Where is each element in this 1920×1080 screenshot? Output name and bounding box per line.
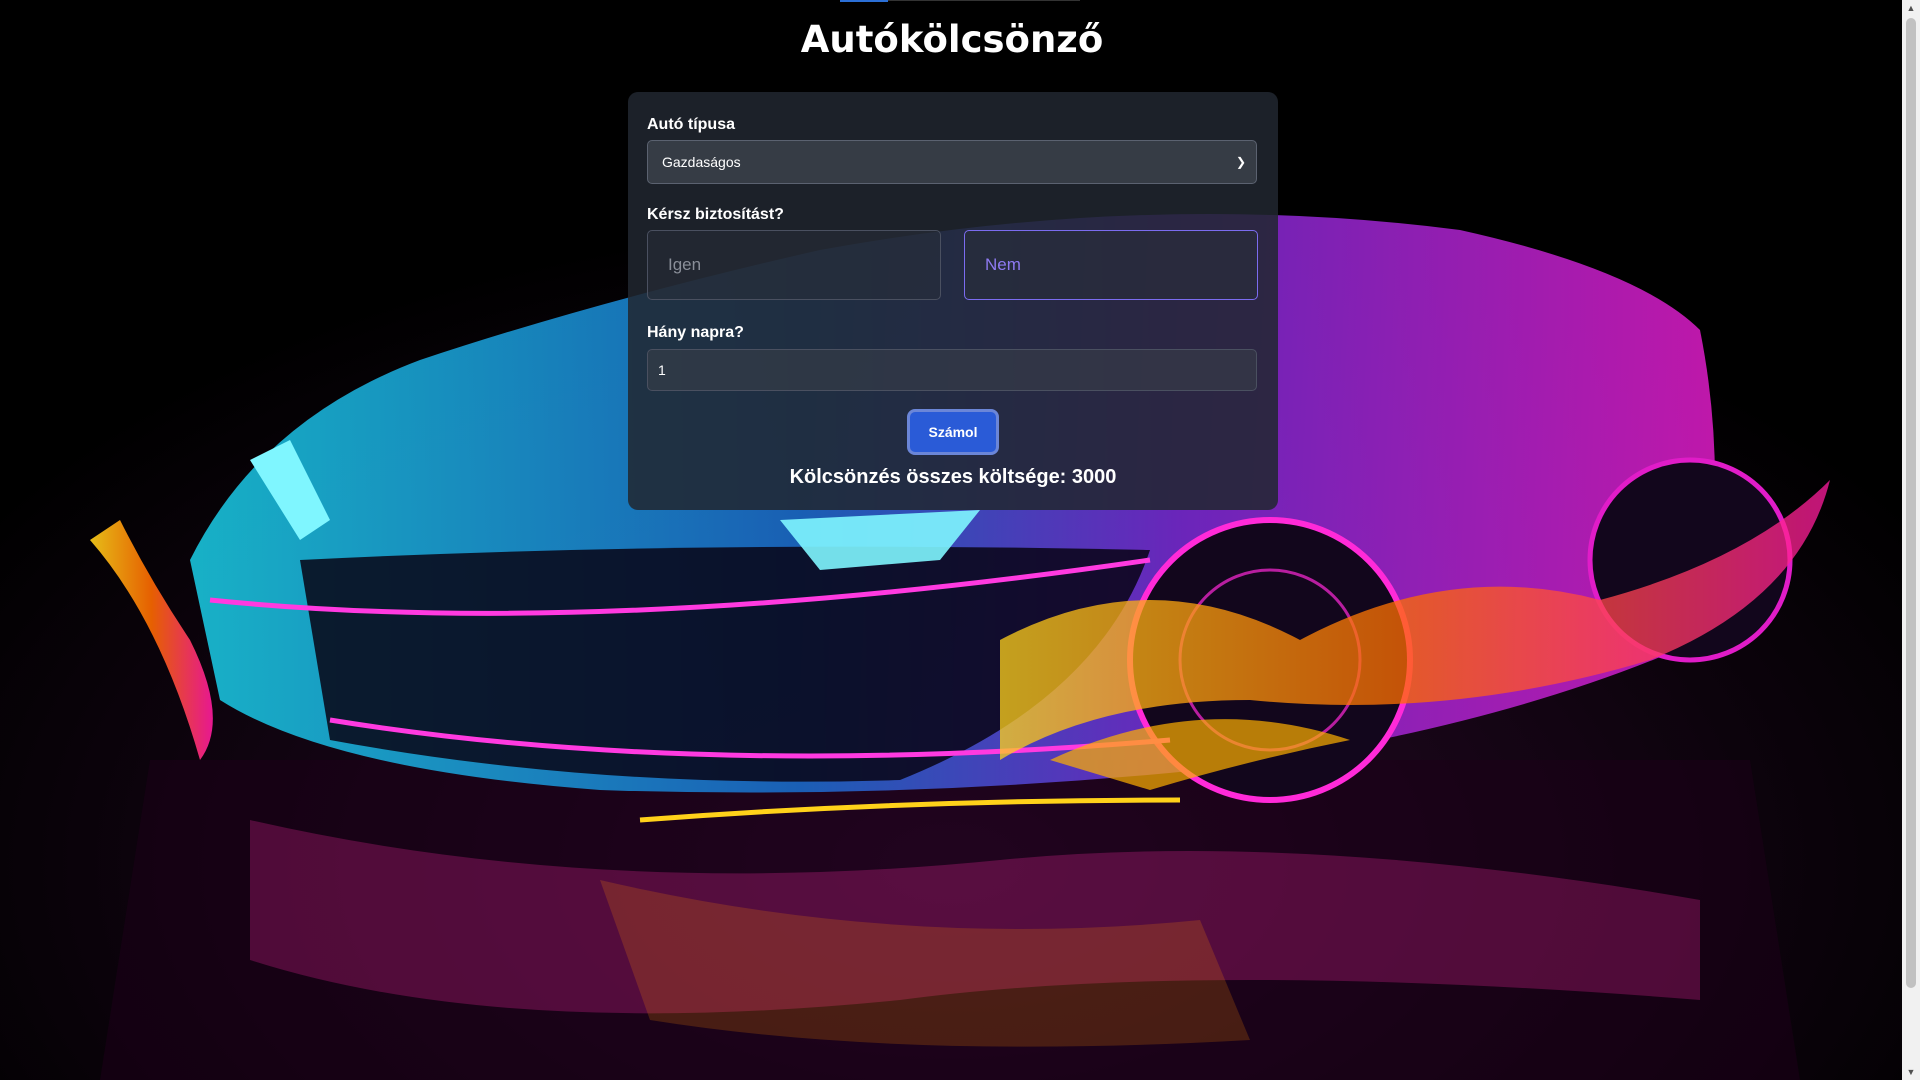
scroll-up-icon[interactable]: ▲ [1902,0,1920,16]
car-type-select[interactable]: Gazdaságos ❯ [647,140,1257,184]
insurance-label: Kérsz biztosítást? [647,206,784,223]
rental-form-panel: Autó típusa Gazdaságos ❯ Kérsz biztosítá… [628,92,1278,510]
days-input[interactable]: 1 [647,349,1257,391]
insurance-no-option[interactable]: Nem [964,230,1258,300]
car-type-label: Autó típusa [647,116,735,133]
scroll-down-icon[interactable]: ▼ [1902,1064,1920,1080]
total-cost-result: Kölcsönzés összes költsége: 3000 [789,466,1117,488]
top-divider [888,0,1080,1]
insurance-yes-option[interactable]: Igen [647,230,941,300]
chevron-down-icon: ❯ [1235,155,1246,169]
page-title: Autókölcsönző [800,18,1104,61]
top-accent-bar [840,0,888,2]
days-label: Hány napra? [647,324,744,341]
vertical-scrollbar[interactable]: ▲ ▼ [1902,0,1920,1080]
scrollbar-thumb[interactable] [1906,18,1916,988]
calculate-button[interactable]: Számol [907,409,999,455]
car-type-select-value: Gazdaságos [662,154,741,170]
